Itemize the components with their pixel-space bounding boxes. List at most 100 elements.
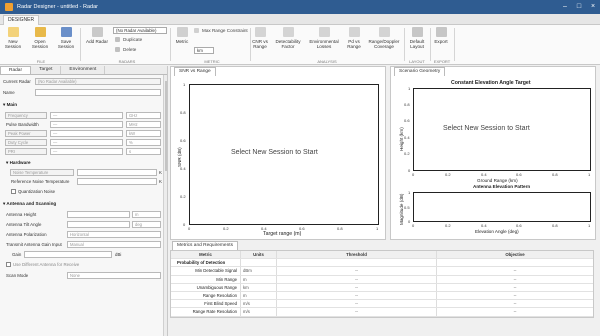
save-session-button[interactable]: Save Session — [56, 27, 76, 49]
table-row[interactable]: Range Rate Resolution m/s -- -- — [171, 308, 593, 317]
pri-field[interactable]: — — [50, 148, 123, 155]
transmit-gain-input-label: Transmit Antenna Gain Input — [6, 242, 62, 247]
tab-scenario-geometry[interactable]: Scenario Geometry — [394, 67, 446, 76]
metric-icon — [176, 27, 188, 37]
export-button[interactable]: Export — [431, 27, 451, 44]
objective-cell[interactable]: -- — [437, 284, 593, 291]
duty-cycle-field[interactable]: — — [50, 139, 123, 146]
metrics-table: Metric Units Threshold Objective Probabi… — [170, 250, 594, 318]
antenna-tilt-label: Antenna Tilt Angle — [6, 222, 42, 227]
tab-target[interactable]: Target — [31, 66, 62, 74]
threshold-cell[interactable]: -- — [277, 267, 437, 275]
checkbox-box[interactable] — [6, 262, 11, 268]
duty-cycle-unit-dropdown[interactable]: % — [126, 139, 161, 146]
peak-power-unit-dropdown[interactable]: kW — [126, 130, 161, 137]
open-session-button[interactable]: Open Session — [30, 27, 50, 49]
range-unit-dropdown[interactable]: km — [194, 47, 214, 54]
app-icon — [5, 3, 13, 11]
gain-field[interactable] — [24, 251, 112, 258]
window-title: Radar Designer - untitled - Radar — [17, 4, 99, 10]
environmental-losses-button[interactable]: Environmental Losses — [306, 27, 342, 49]
scan-mode-dropdown[interactable]: None — [67, 272, 161, 279]
pd-vs-range-button[interactable]: Pd vs Range — [342, 27, 366, 49]
table-row[interactable]: First Blind Speed m/s -- -- — [171, 300, 593, 309]
use-different-antenna-checkbox[interactable]: Use Different Antenna for Receive — [6, 262, 79, 268]
objective-cell[interactable]: -- — [437, 308, 593, 315]
name-field[interactable] — [35, 89, 161, 96]
table-row[interactable]: Min Range m -- -- — [171, 275, 593, 284]
snr-xtick: 0 — [188, 226, 191, 231]
header-units[interactable]: Units — [241, 251, 277, 259]
scenario-top-ytick: 0 — [408, 168, 411, 173]
threshold-cell[interactable]: -- — [277, 275, 437, 283]
ribbon-tabstrip: DESIGNER — [0, 14, 600, 25]
frequency-unit-dropdown[interactable]: GHz — [126, 112, 161, 119]
tab-designer[interactable]: DESIGNER — [3, 15, 39, 25]
reference-noise-temperature-field[interactable] — [77, 178, 157, 185]
header-threshold[interactable]: Threshold — [277, 251, 437, 259]
objective-cell[interactable]: -- — [437, 300, 593, 307]
checkbox-box[interactable] — [11, 189, 16, 195]
radar-select-dropdown[interactable]: (No Radar Available) — [113, 27, 167, 34]
units-cell: m — [241, 291, 277, 300]
current-radar-field[interactable]: (No Radar Available) — [35, 78, 161, 85]
quantization-noise-checkbox[interactable]: Quantization Noise — [11, 189, 55, 195]
objective-cell[interactable]: -- — [437, 292, 593, 299]
scenario-top-ytick: 1 — [408, 86, 411, 91]
antenna-height-unit[interactable]: m — [132, 211, 161, 218]
threshold-cell[interactable]: -- — [277, 300, 437, 308]
minimize-icon[interactable]: – — [558, 0, 572, 14]
objective-cell[interactable]: -- — [437, 276, 593, 283]
antenna-tilt-unit[interactable]: deg — [132, 221, 161, 228]
metric-button[interactable]: Metric — [174, 27, 190, 44]
table-row[interactable]: Unambiguous Range km -- -- — [171, 283, 593, 292]
antenna-height-field[interactable] — [67, 211, 130, 218]
header-metric[interactable]: Metric — [171, 251, 241, 259]
threshold-cell[interactable]: -- — [277, 291, 437, 300]
group-label-radars: RADARS — [118, 59, 136, 64]
noise-temperature-field[interactable] — [77, 169, 157, 176]
table-row[interactable]: Range Resolution m -- -- — [171, 291, 593, 301]
table-row[interactable]: Min Detectable Signal dBm -- -- — [171, 267, 593, 276]
add-radar-button[interactable]: Add Radar — [84, 27, 110, 44]
cnr-vs-range-button[interactable]: CNR vs Range — [250, 27, 270, 49]
tab-environment[interactable]: Environment — [61, 66, 106, 74]
objective-cell[interactable]: -- — [437, 267, 593, 274]
range-doppler-coverage-button[interactable]: Range/Doppler Coverage — [366, 27, 402, 49]
ribbon: New Session Open Session Save Session FI… — [0, 25, 600, 65]
duplicate-button[interactable]: Duplicate — [115, 37, 142, 42]
scrollbar-thumb[interactable] — [165, 81, 167, 171]
tab-metrics-and-requirements[interactable]: Metrics and Requirements — [172, 241, 238, 250]
hardware-section-header[interactable]: ▾ Hardware — [6, 160, 31, 166]
tab-snr-vs-range[interactable]: SNR vs Range — [174, 67, 216, 76]
snr-placeholder-message: Select New Session to Start — [231, 149, 318, 156]
antenna-section-header[interactable]: ▾ Antenna and Scanning — [3, 201, 56, 207]
table-section-row[interactable]: Probability of Detection — [171, 259, 593, 268]
antenna-tilt-field[interactable] — [67, 221, 130, 228]
default-layout-button[interactable]: Default Layout — [406, 27, 428, 49]
ribbon-divider — [80, 28, 81, 61]
left-panel-scrollbar[interactable] — [163, 75, 167, 336]
max-range-constraint[interactable]: Max Range Constraint — [194, 28, 248, 33]
transmit-gain-input-dropdown[interactable]: Manual — [67, 241, 161, 248]
maximize-icon[interactable]: □ — [572, 0, 586, 14]
pri-label: PRI — [5, 148, 47, 155]
pulse-bandwidth-field[interactable]: — — [50, 121, 123, 128]
new-session-button[interactable]: New Session — [4, 27, 22, 49]
peak-power-field[interactable]: — — [50, 130, 123, 137]
main-section-header[interactable]: ▾ Main — [3, 102, 17, 108]
pri-unit-dropdown[interactable]: s — [126, 148, 161, 155]
close-icon[interactable]: × — [586, 0, 600, 14]
header-objective[interactable]: Objective — [437, 251, 593, 258]
tab-radar[interactable]: Radar — [0, 66, 32, 74]
delete-button[interactable]: Delete — [115, 47, 136, 52]
detectability-factor-button[interactable]: Detectability Factor — [270, 27, 306, 49]
frequency-field[interactable]: — — [50, 112, 123, 119]
scenario-top-xtick: 1 — [588, 172, 591, 177]
antenna-polarization-dropdown[interactable]: Horizontal — [67, 231, 161, 238]
threshold-cell[interactable]: -- — [277, 283, 437, 291]
metric-cell: Range Resolution — [171, 291, 241, 300]
snr-ytick: 0 — [183, 222, 186, 227]
threshold-cell[interactable]: -- — [277, 308, 437, 316]
pulse-bandwidth-unit-dropdown[interactable]: MHz — [126, 121, 161, 128]
